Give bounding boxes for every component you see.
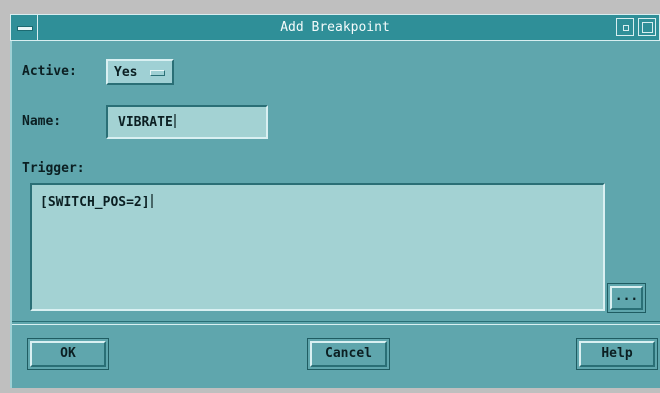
window-title: Add Breakpoint xyxy=(280,20,390,35)
text-cursor xyxy=(173,114,176,128)
option-menu-indicator-icon xyxy=(150,70,165,76)
cancel-button[interactable]: Cancel xyxy=(310,341,387,367)
minimize-icon xyxy=(623,25,629,31)
minimize-button[interactable] xyxy=(616,18,634,36)
trigger-label: Trigger: xyxy=(22,161,85,176)
trigger-browse-button[interactable]: ... xyxy=(610,286,643,310)
name-field[interactable]: VIBRATE xyxy=(106,105,268,139)
add-breakpoint-dialog: Add Breakpoint Active: Yes Name: VIBRATE… xyxy=(0,0,660,393)
text-cursor xyxy=(150,194,153,208)
name-value: VIBRATE xyxy=(118,115,173,130)
trigger-textarea[interactable]: [SWITCH_POS=2] xyxy=(30,183,605,311)
dialog-body: Active: Yes Name: VIBRATE Trigger: [SWIT… xyxy=(10,41,660,388)
trigger-value: [SWITCH_POS=2] xyxy=(40,195,150,210)
active-option-value: Yes xyxy=(114,65,138,80)
help-button-frame: Help xyxy=(576,338,658,370)
ok-button[interactable]: OK xyxy=(30,341,106,367)
frame-left xyxy=(0,0,10,393)
frame-bottom xyxy=(0,388,660,393)
active-label: Active: xyxy=(22,64,77,79)
ok-button-frame: OK xyxy=(27,338,109,370)
active-option-menu[interactable]: Yes xyxy=(106,59,174,85)
maximize-button[interactable] xyxy=(638,18,656,36)
frame-top xyxy=(0,0,660,14)
name-label: Name: xyxy=(22,114,62,129)
cancel-button-frame: Cancel xyxy=(307,338,390,370)
separator xyxy=(12,321,660,325)
title-bar[interactable]: Add Breakpoint xyxy=(10,14,660,41)
maximize-icon xyxy=(642,22,653,33)
help-button[interactable]: Help xyxy=(579,341,655,367)
